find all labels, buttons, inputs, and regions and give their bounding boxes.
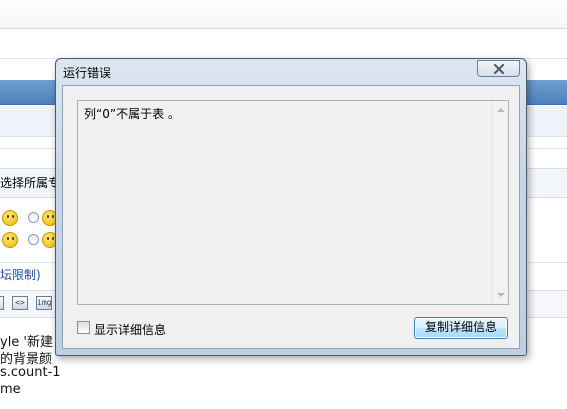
dialog-titlebar[interactable]: 运行错误	[56, 59, 526, 85]
sad-face-icon[interactable]	[2, 232, 18, 248]
scroll-up-arrow-icon[interactable]	[497, 108, 505, 112]
close-icon	[494, 64, 504, 74]
copy-details-button[interactable]: 复制详细信息	[414, 317, 508, 339]
scroll-down-arrow-icon[interactable]	[497, 293, 505, 297]
image-icon[interactable]: img	[36, 296, 52, 310]
error-message: 列“0”不属于表 。	[84, 107, 180, 121]
screen: 选择所属专 坛限制) <> img yle '新建 的背景颜 s.count-1…	[0, 0, 567, 409]
forum-limit-link[interactable]: 坛限制)	[0, 266, 41, 283]
category-select[interactable]: 选择所属专	[0, 174, 60, 191]
smiley-icon[interactable]	[2, 210, 18, 226]
toolbar-icon[interactable]	[0, 296, 4, 310]
code-icon[interactable]: <>	[12, 296, 28, 310]
vertical-scrollbar[interactable]	[492, 101, 508, 304]
error-message-box[interactable]: 列“0”不属于表 。	[77, 100, 509, 305]
dialog-title: 运行错误	[63, 66, 112, 80]
emoticon-radio[interactable]	[28, 234, 39, 245]
runtime-error-dialog: 运行错误 列“0”不属于表 。 显示详细信息 复制详细信息	[55, 58, 527, 356]
code-line: s.count-1	[0, 365, 61, 380]
show-details-checkbox[interactable]	[77, 321, 90, 334]
code-line: me	[0, 382, 21, 397]
show-details-label[interactable]: 显示详细信息	[94, 321, 166, 338]
close-button[interactable]	[477, 60, 520, 77]
emoticon-radio[interactable]	[28, 212, 39, 223]
background-top-band	[0, 0, 567, 29]
